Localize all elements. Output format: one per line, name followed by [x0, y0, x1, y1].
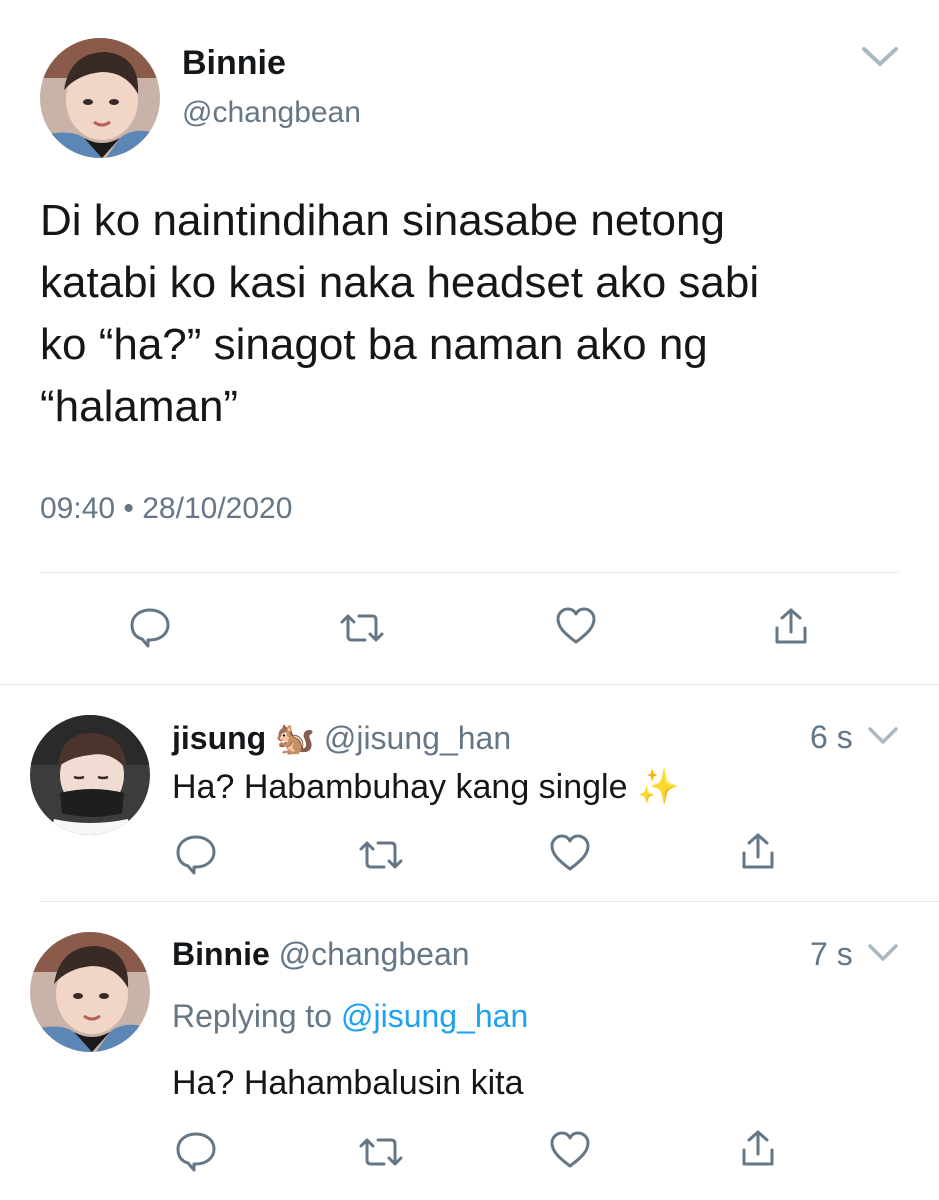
- author-name[interactable]: Binnie: [172, 936, 270, 972]
- share-icon[interactable]: [773, 606, 809, 646]
- reply-text: Ha? Habambuhay kang single ✨: [172, 767, 679, 807]
- reply-tweet[interactable]: jisung 🐿️ @jisung_han 6 s Ha? Habambuhay…: [0, 685, 939, 900]
- reply-header: jisung 🐿️ @jisung_han: [172, 719, 511, 757]
- reply-icon[interactable]: [128, 606, 172, 648]
- reply-time[interactable]: 6 s: [810, 719, 853, 756]
- share-icon[interactable]: [740, 831, 776, 871]
- main-tweet: Binnie @changbean Di ko naintindihan sin…: [0, 0, 939, 684]
- retweet-icon[interactable]: [358, 1136, 404, 1168]
- reply-text: Ha? Hahambalusin kita: [172, 1064, 524, 1102]
- reply-header: Binnie @changbean: [172, 936, 470, 973]
- chevron-down-icon[interactable]: [866, 942, 900, 964]
- avatar[interactable]: [30, 715, 150, 835]
- chevron-down-icon[interactable]: [860, 44, 900, 70]
- reply-icon[interactable]: [174, 1130, 218, 1172]
- tweet-timestamp[interactable]: 09:40 • 28/10/2020: [40, 492, 292, 526]
- sparkles-icon: ✨: [636, 767, 680, 807]
- reply-text-body: Ha? Habambuhay kang single: [172, 768, 628, 806]
- author-name[interactable]: jisung: [172, 720, 266, 756]
- reply-time[interactable]: 7 s: [810, 936, 853, 973]
- avatar[interactable]: [40, 38, 160, 158]
- replying-to-label: Replying to: [172, 998, 333, 1034]
- author-handle[interactable]: @jisung_han: [324, 720, 511, 756]
- replying-to: Replying to @jisung_han: [172, 998, 528, 1035]
- divider: [40, 572, 899, 573]
- like-icon[interactable]: [554, 606, 598, 646]
- like-icon[interactable]: [548, 1130, 592, 1170]
- retweet-icon[interactable]: [358, 839, 404, 871]
- reply-tweet[interactable]: Binnie @changbean 7 s Replying to @jisun…: [0, 902, 939, 1200]
- chipmunk-icon: 🐿️: [275, 719, 315, 757]
- tweet-text-line: katabi ko kasi naka headset ako sabi: [40, 258, 760, 307]
- avatar[interactable]: [30, 932, 150, 1052]
- share-icon[interactable]: [740, 1128, 776, 1168]
- chevron-down-icon[interactable]: [866, 725, 900, 747]
- tweet-text-line: ko “ha?” sinagot ba naman ako ng: [40, 320, 708, 369]
- retweet-icon[interactable]: [339, 612, 385, 644]
- tweet-text-line: Di ko naintindihan sinasabe netong: [40, 196, 725, 245]
- author-handle[interactable]: @changbean: [279, 936, 470, 972]
- reply-icon[interactable]: [174, 833, 218, 875]
- tweet-text: Di ko naintindihan sinasabe netong katab…: [40, 190, 759, 438]
- author-name[interactable]: Binnie: [182, 44, 286, 83]
- replying-to-link[interactable]: @jisung_han: [341, 998, 528, 1034]
- author-handle[interactable]: @changbean: [182, 96, 361, 130]
- tweet-text-line: “halaman”: [40, 382, 239, 431]
- like-icon[interactable]: [548, 833, 592, 873]
